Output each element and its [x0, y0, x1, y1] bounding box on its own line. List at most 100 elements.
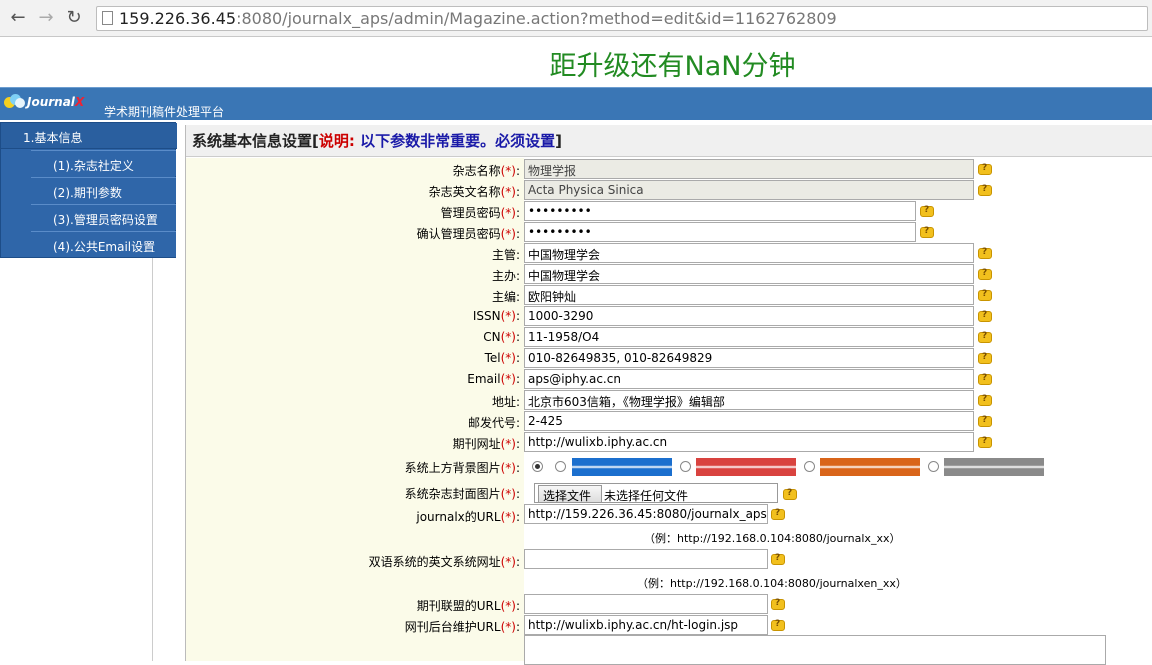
reload-icon[interactable]: ↻ [64, 8, 84, 28]
magazine-name-label: 杂志名称(*): [200, 162, 520, 179]
help-icon[interactable] [920, 205, 934, 217]
page-icon [102, 11, 113, 25]
journal-website-input[interactable]: http://wulixb.iphy.ac.cn [524, 432, 974, 452]
label-text: 邮发代号 [467, 416, 516, 430]
browser-toolbar: ← → ↻ 159.226.36.45:8080/journalx_aps/ad… [0, 0, 1152, 37]
label-text: 系统杂志封面图片 [404, 487, 501, 501]
help-icon[interactable] [771, 619, 785, 631]
bg-radio-blue[interactable] [555, 461, 566, 472]
required-mark: (*) [500, 510, 516, 524]
help-icon[interactable] [978, 394, 992, 406]
help-icon[interactable] [978, 184, 992, 196]
help-icon[interactable] [978, 436, 992, 448]
label-text: ISSN [472, 309, 501, 323]
bg-image-label: 系统上方背景图片(*): [200, 459, 520, 476]
sidebar-head-basic-info[interactable]: 1.基本信息 [1, 123, 177, 149]
editor-in-chief-label: 主编: [200, 288, 520, 305]
label-text: 杂志英文名称 [428, 185, 501, 199]
logo-x: X [74, 95, 85, 109]
help-icon[interactable] [783, 488, 797, 500]
label-colon: : [515, 227, 520, 241]
help-icon[interactable] [771, 553, 785, 565]
help-icon[interactable] [978, 289, 992, 301]
countdown-suffix: 分钟 [741, 51, 796, 82]
email-input[interactable]: aps@iphy.ac.cn [524, 369, 974, 389]
address-input[interactable]: 北京市603信箱，《物理学报》编辑部 [524, 390, 974, 410]
required-mark: (*) [500, 487, 516, 501]
help-icon[interactable] [978, 415, 992, 427]
label-text: 主编 [491, 290, 516, 304]
bg-radio-default[interactable] [532, 461, 543, 472]
help-icon[interactable] [920, 226, 934, 238]
issn-input[interactable]: 1000-3290 [524, 306, 974, 326]
label-colon: : [515, 351, 520, 365]
help-icon[interactable] [771, 508, 785, 520]
help-icon[interactable] [978, 373, 992, 385]
backend-url-input[interactable]: http://wulixb.iphy.ac.cn/ht-login.jsp [524, 615, 768, 635]
bg-radio-gray[interactable] [928, 461, 939, 472]
help-icon[interactable] [978, 268, 992, 280]
required-mark: (*) [500, 351, 516, 365]
postal-code-label: 邮发代号: [200, 414, 520, 431]
bg-swatch-gray [944, 458, 1044, 476]
required-mark: (*) [500, 330, 516, 344]
label-colon: : [515, 248, 520, 262]
sponsor-label: 主办: [200, 267, 520, 284]
sidebar-item-journal-params[interactable]: (2).期刊参数 [31, 177, 176, 203]
supervisor-input[interactable]: 中国物理学会 [524, 243, 974, 263]
en-system-hint: （例：http://192.168.0.104:8080/journalxen_… [637, 577, 907, 590]
postal-code-input[interactable]: 2-425 [524, 411, 974, 431]
label-text: 地址 [491, 395, 516, 409]
help-icon[interactable] [978, 310, 992, 322]
confirm-password-label: 确认管理员密码(*): [200, 225, 520, 242]
page-title: 系统基本信息设置[说明: 以下参数非常重要。必须设置] [186, 125, 1152, 157]
sidebar-item-magazine-definition[interactable]: (1).杂志社定义 [31, 150, 176, 176]
admin-password-label: 管理员密码(*): [200, 204, 520, 221]
journalx-url-hint: （例：http://192.168.0.104:8080/journalx_xx… [644, 532, 901, 545]
main-panel: 系统基本信息设置[说明: 以下参数非常重要。必须设置] 杂志名称(*): 物理学报… [185, 125, 1152, 665]
supervisor-label: 主管: [200, 246, 520, 263]
sidebar-item-public-email[interactable]: (4).公共Email设置 [31, 231, 176, 257]
required-mark: (*) [500, 164, 516, 178]
choose-file-button[interactable]: 选择文件 [538, 485, 602, 503]
address-bar[interactable]: 159.226.36.45:8080/journalx_aps/admin/Ma… [96, 6, 1148, 31]
admin-password-input[interactable]: ••••••••• [524, 201, 916, 221]
help-icon[interactable] [978, 352, 992, 364]
en-system-input[interactable] [524, 549, 768, 569]
header-band: JournalX 学术期刊稿件处理平台 [0, 87, 1152, 120]
help-icon[interactable] [978, 331, 992, 343]
sponsor-input[interactable]: 中国物理学会 [524, 264, 974, 284]
bg-radio-orange[interactable] [804, 461, 815, 472]
magazine-en-name-label: 杂志英文名称(*): [200, 183, 520, 200]
sidebar-item-admin-password[interactable]: (3).管理员密码设置 [31, 204, 176, 230]
tel-label: Tel(*): [200, 351, 520, 365]
countdown-value: NaN [684, 51, 742, 82]
label-colon: : [515, 206, 520, 220]
label-colon: : [515, 185, 520, 199]
journalx-url-input[interactable]: http://159.226.36.45:8080/journalx_aps [524, 504, 768, 524]
help-icon[interactable] [978, 247, 992, 259]
help-icon[interactable] [771, 598, 785, 610]
logo-bubble-icon [15, 98, 25, 108]
confirm-password-input[interactable]: ••••••••• [524, 222, 916, 242]
url-path: :8080/journalx_aps/admin/Magazine.action… [236, 9, 837, 28]
alliance-url-label: 期刊联盟的URL(*): [200, 597, 520, 614]
help-icon[interactable] [978, 163, 992, 175]
address-label: 地址: [200, 393, 520, 410]
cn-input[interactable]: 11-1958/O4 [524, 327, 974, 347]
editor-in-chief-input[interactable]: 欧阳钟灿 [524, 285, 974, 305]
label-text: 期刊网址 [452, 437, 501, 451]
magazine-name-input[interactable]: 物理学报 [524, 159, 974, 179]
alliance-url-input[interactable] [524, 594, 768, 614]
label-colon: : [515, 487, 520, 501]
label-colon: : [515, 599, 520, 613]
required-mark: (*) [500, 185, 516, 199]
bg-radio-red[interactable] [680, 461, 691, 472]
note-label: 说明: [318, 132, 355, 150]
back-arrow-icon[interactable]: ← [8, 8, 28, 28]
tel-input[interactable]: 010-82649835, 010-82649829 [524, 348, 974, 368]
magazine-en-name-input[interactable]: Acta Physica Sinica [524, 180, 974, 200]
label-text: 网刊后台维护URL [404, 620, 501, 634]
label-colon: : [515, 416, 520, 430]
forward-arrow-icon[interactable]: → [36, 8, 56, 28]
